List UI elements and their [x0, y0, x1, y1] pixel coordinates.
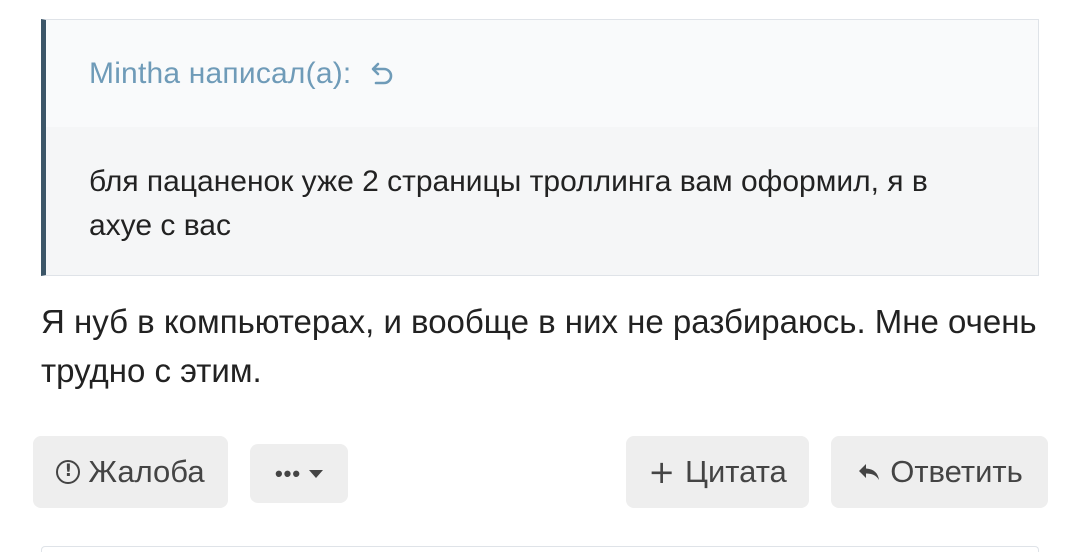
- quote-text: бля пацаненок уже 2 страницы троллинга в…: [89, 165, 928, 242]
- quote-label: Цитата: [685, 454, 787, 489]
- next-post-edge: [41, 546, 1039, 552]
- message-text: Я нуб в компьютерах, и вообще в них не р…: [41, 303, 1037, 389]
- caret-down-icon: [309, 469, 324, 478]
- more-dots-icon: •••: [274, 460, 302, 486]
- plus-icon: +: [648, 453, 676, 491]
- more-actions-button[interactable]: •••: [250, 444, 348, 503]
- quote-block: Mintha написал(а): бля пацаненок уже 2 с…: [41, 19, 1039, 276]
- report-label: Жалоба: [88, 454, 205, 489]
- reply-label: Ответить: [890, 454, 1023, 489]
- report-button[interactable]: ! Жалоба: [33, 436, 228, 508]
- post: Mintha написал(а): бля пацаненок уже 2 с…: [0, 0, 1080, 552]
- jump-to-quote-icon[interactable]: [369, 60, 397, 88]
- exclamation-circle-icon: !: [56, 460, 81, 484]
- reply-button[interactable]: Ответить: [831, 436, 1048, 508]
- reply-arrow-icon: [856, 461, 882, 483]
- quote-author-link[interactable]: Mintha написал(а):: [89, 57, 397, 91]
- quote-button[interactable]: + Цитата: [626, 436, 809, 508]
- quote-author-label: Mintha написал(а):: [89, 56, 352, 90]
- quote-header: Mintha написал(а):: [46, 20, 1038, 127]
